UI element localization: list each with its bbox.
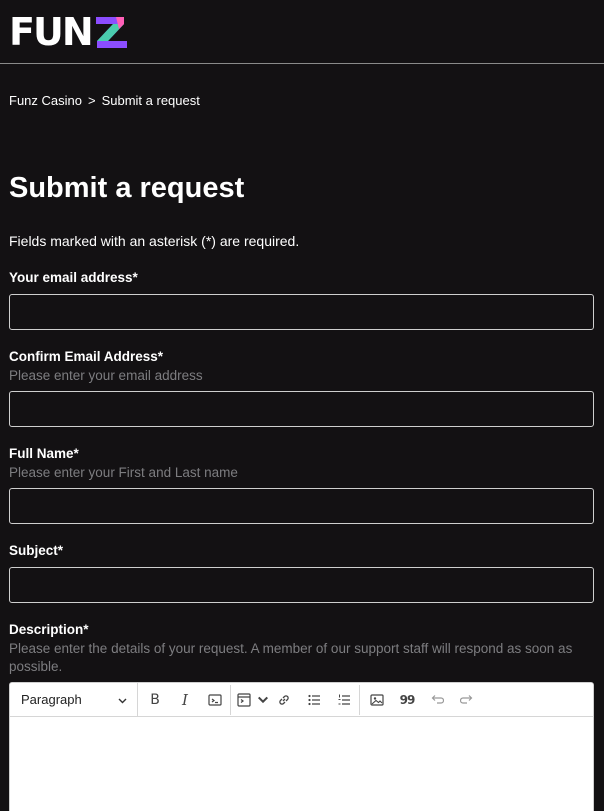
site-header: FUN — [0, 0, 604, 64]
description-editor[interactable]: Paragraph B I 99 — [9, 682, 594, 811]
code-block-icon[interactable] — [231, 683, 257, 717]
bold-icon[interactable]: B — [140, 683, 170, 717]
full-name-hint: Please enter your First and Last name — [9, 465, 238, 480]
toolbar-divider — [359, 684, 360, 715]
subject-field[interactable] — [9, 567, 594, 603]
subject-label: Subject* — [9, 543, 64, 558]
email-field[interactable] — [9, 294, 594, 330]
full-name-label: Full Name* — [9, 446, 79, 461]
bulleted-list-icon[interactable] — [299, 683, 329, 717]
format-select-value: Paragraph — [21, 692, 82, 707]
page-title: Submit a request — [9, 172, 245, 204]
breadcrumb-separator: > — [87, 93, 96, 108]
description-label: Description* — [9, 622, 89, 637]
breadcrumb: Funz Casino > Submit a request — [9, 93, 200, 108]
logo-text: FUN — [9, 10, 94, 54]
blockquote-icon[interactable]: 99 — [392, 683, 422, 717]
funz-logo[interactable]: FUN — [9, 10, 130, 54]
link-icon[interactable] — [269, 683, 299, 717]
description-text-area[interactable] — [10, 717, 593, 811]
required-fields-note: Fields marked with an asterisk (*) are r… — [9, 233, 300, 249]
editor-toolbar: Paragraph B I 99 — [10, 683, 593, 717]
paragraph-format-select[interactable]: Paragraph — [10, 683, 138, 717]
undo-icon[interactable] — [422, 683, 452, 717]
inline-code-icon[interactable] — [200, 683, 230, 717]
code-block-dropdown-icon[interactable] — [257, 683, 269, 717]
italic-icon[interactable]: I — [170, 683, 200, 717]
redo-icon[interactable] — [452, 683, 482, 717]
description-hint: Please enter the details of your request… — [9, 641, 573, 674]
full-name-field[interactable] — [9, 488, 594, 524]
breadcrumb-home-link[interactable]: Funz Casino — [9, 93, 82, 108]
image-icon[interactable] — [362, 683, 392, 717]
breadcrumb-current[interactable]: Submit a request — [102, 93, 200, 108]
numbered-list-icon[interactable] — [329, 683, 359, 717]
chevron-down-icon — [118, 692, 127, 707]
confirm-email-label: Confirm Email Address* — [9, 349, 164, 364]
logo-z-icon — [94, 15, 130, 49]
confirm-email-hint: Please enter your email address — [9, 368, 203, 383]
confirm-email-field[interactable] — [9, 391, 594, 427]
email-label: Your email address* — [9, 270, 138, 285]
